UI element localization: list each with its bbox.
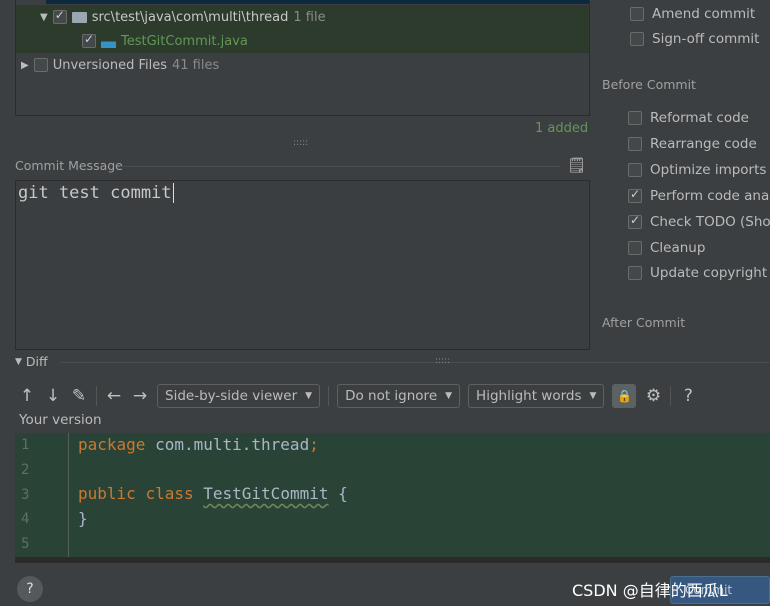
before-commit-title: Before Commit xyxy=(602,77,696,92)
code-line-1: package com.multi.thread; xyxy=(78,435,319,454)
option-reformat-code[interactable]: Reformat code xyxy=(628,110,749,126)
line-number: 2 xyxy=(21,462,30,478)
diff-toggle[interactable]: ▼ Diff xyxy=(15,354,48,370)
option-label: Cleanup xyxy=(650,240,706,256)
viewer-dropdown[interactable]: Side-by-side viewer ▼ xyxy=(157,384,321,408)
code-line-4: } xyxy=(78,509,88,528)
option-label: Reformat code xyxy=(650,110,749,126)
option-label: Amend commit xyxy=(652,6,756,22)
status-added: 1 added xyxy=(535,121,589,136)
diff-toolbar: ↑ ↓ ✎ ← → Side-by-side viewer ▼ Do not ig… xyxy=(18,383,697,409)
option-amend-commit[interactable]: Amend commit xyxy=(630,6,755,22)
option-label: Update copyright xyxy=(650,265,768,281)
collapse-icon: ▼ xyxy=(15,357,22,367)
code-line-3: public class TestGitCommit { xyxy=(78,484,348,503)
line-number: 1 xyxy=(21,437,30,453)
option-perform-code-analysis[interactable]: Perform code analysis xyxy=(628,187,770,204)
checkbox[interactable] xyxy=(628,213,642,229)
diff-title: Diff xyxy=(25,354,48,369)
file-label: TestGitCommit.java xyxy=(121,33,248,49)
your-version-label: Your version xyxy=(19,412,102,428)
selected-row-edge xyxy=(46,0,589,4)
arrow-left-icon[interactable]: ← xyxy=(105,386,123,406)
tree-file-row[interactable]: TestGitCommit.java xyxy=(16,29,589,53)
highlight-dropdown[interactable]: Highlight words ▼ xyxy=(468,384,605,408)
line-number: 5 xyxy=(21,536,30,552)
arrow-right-icon[interactable]: → xyxy=(131,386,149,406)
folder-count: 1 file xyxy=(293,9,326,25)
line-number: 3 xyxy=(21,487,30,503)
folder-label: src\test\java\com\multi\thread xyxy=(91,9,289,25)
java-file-icon xyxy=(101,34,116,48)
lock-icon[interactable]: 🔒 xyxy=(612,384,637,408)
folder-checkbox[interactable] xyxy=(52,8,67,24)
commit-message-input[interactable]: git test commit xyxy=(15,180,590,350)
help-button[interactable]: ? xyxy=(679,386,697,406)
option-label: Perform code analysis xyxy=(650,188,770,204)
option-label: Sign-off commit xyxy=(652,31,760,47)
option-rearrange-code[interactable]: Rearrange code xyxy=(628,136,757,152)
checkbox[interactable] xyxy=(628,241,642,255)
separator xyxy=(328,386,330,406)
divider xyxy=(120,166,560,167)
separator xyxy=(670,386,672,406)
folder-icon xyxy=(71,11,87,23)
divider xyxy=(60,362,770,363)
splitter-handle[interactable]: ::::: xyxy=(435,356,450,366)
option-label: Optimize imports xyxy=(650,162,767,178)
option-sign-off-commit[interactable]: Sign-off commit xyxy=(630,31,759,47)
message-history-icon[interactable]: 🗒 xyxy=(567,156,586,174)
checkbox[interactable] xyxy=(628,111,642,125)
unversioned-label: Unversioned Files xyxy=(52,57,167,73)
gear-icon[interactable]: ⚙ xyxy=(644,386,662,406)
checkbox[interactable] xyxy=(630,32,644,46)
checkbox[interactable] xyxy=(628,163,642,177)
line-number: 4 xyxy=(21,511,30,527)
separator xyxy=(96,386,97,406)
option-update-copyright[interactable]: Update copyright xyxy=(628,265,767,281)
arrow-down-icon[interactable]: ↓ xyxy=(44,386,62,406)
option-cleanup[interactable]: Cleanup xyxy=(628,240,705,256)
commit-message-label: Commit Message xyxy=(15,158,123,173)
watermark: CSDN @自律的西瓜L xyxy=(572,581,728,600)
splitter-handle[interactable]: ::::: xyxy=(293,138,308,148)
option-label: Check TODO (Show All) xyxy=(650,214,770,230)
tree-folder-row[interactable]: ▼ src\test\java\com\multi\thread 1 file xyxy=(16,5,589,29)
checkbox[interactable] xyxy=(628,187,642,203)
help-button[interactable]: ? xyxy=(17,576,43,602)
option-check-todo[interactable]: Check TODO (Show All) xyxy=(628,213,770,230)
collapse-arrow-icon[interactable]: ▶ xyxy=(21,60,29,71)
after-commit-title: After Commit xyxy=(602,315,686,330)
unversioned-count: 41 files xyxy=(171,57,220,73)
file-checkbox[interactable] xyxy=(82,32,96,48)
horizontal-scrollbar[interactable] xyxy=(15,557,770,563)
checkbox[interactable] xyxy=(628,266,642,280)
option-label: Rearrange code xyxy=(650,136,757,152)
checkbox[interactable] xyxy=(628,137,642,151)
checkbox[interactable] xyxy=(630,7,644,21)
ignore-dropdown[interactable]: Do not ignore ▼ xyxy=(337,384,461,408)
arrow-up-icon[interactable]: ↑ xyxy=(18,386,36,406)
expand-arrow-icon[interactable]: ▼ xyxy=(40,12,48,23)
edit-icon[interactable]: ✎ xyxy=(70,386,88,406)
tree-unversioned-row[interactable]: ▶ Unversioned Files 41 files xyxy=(16,53,589,77)
diff-code-view[interactable]: 1 2 3 4 5 package com.multi.thread; publ… xyxy=(15,433,770,557)
changes-tree: ▼ src\test\java\com\multi\thread 1 file … xyxy=(15,0,590,116)
unversioned-checkbox[interactable] xyxy=(33,58,48,72)
option-optimize-imports[interactable]: Optimize imports xyxy=(628,162,766,178)
